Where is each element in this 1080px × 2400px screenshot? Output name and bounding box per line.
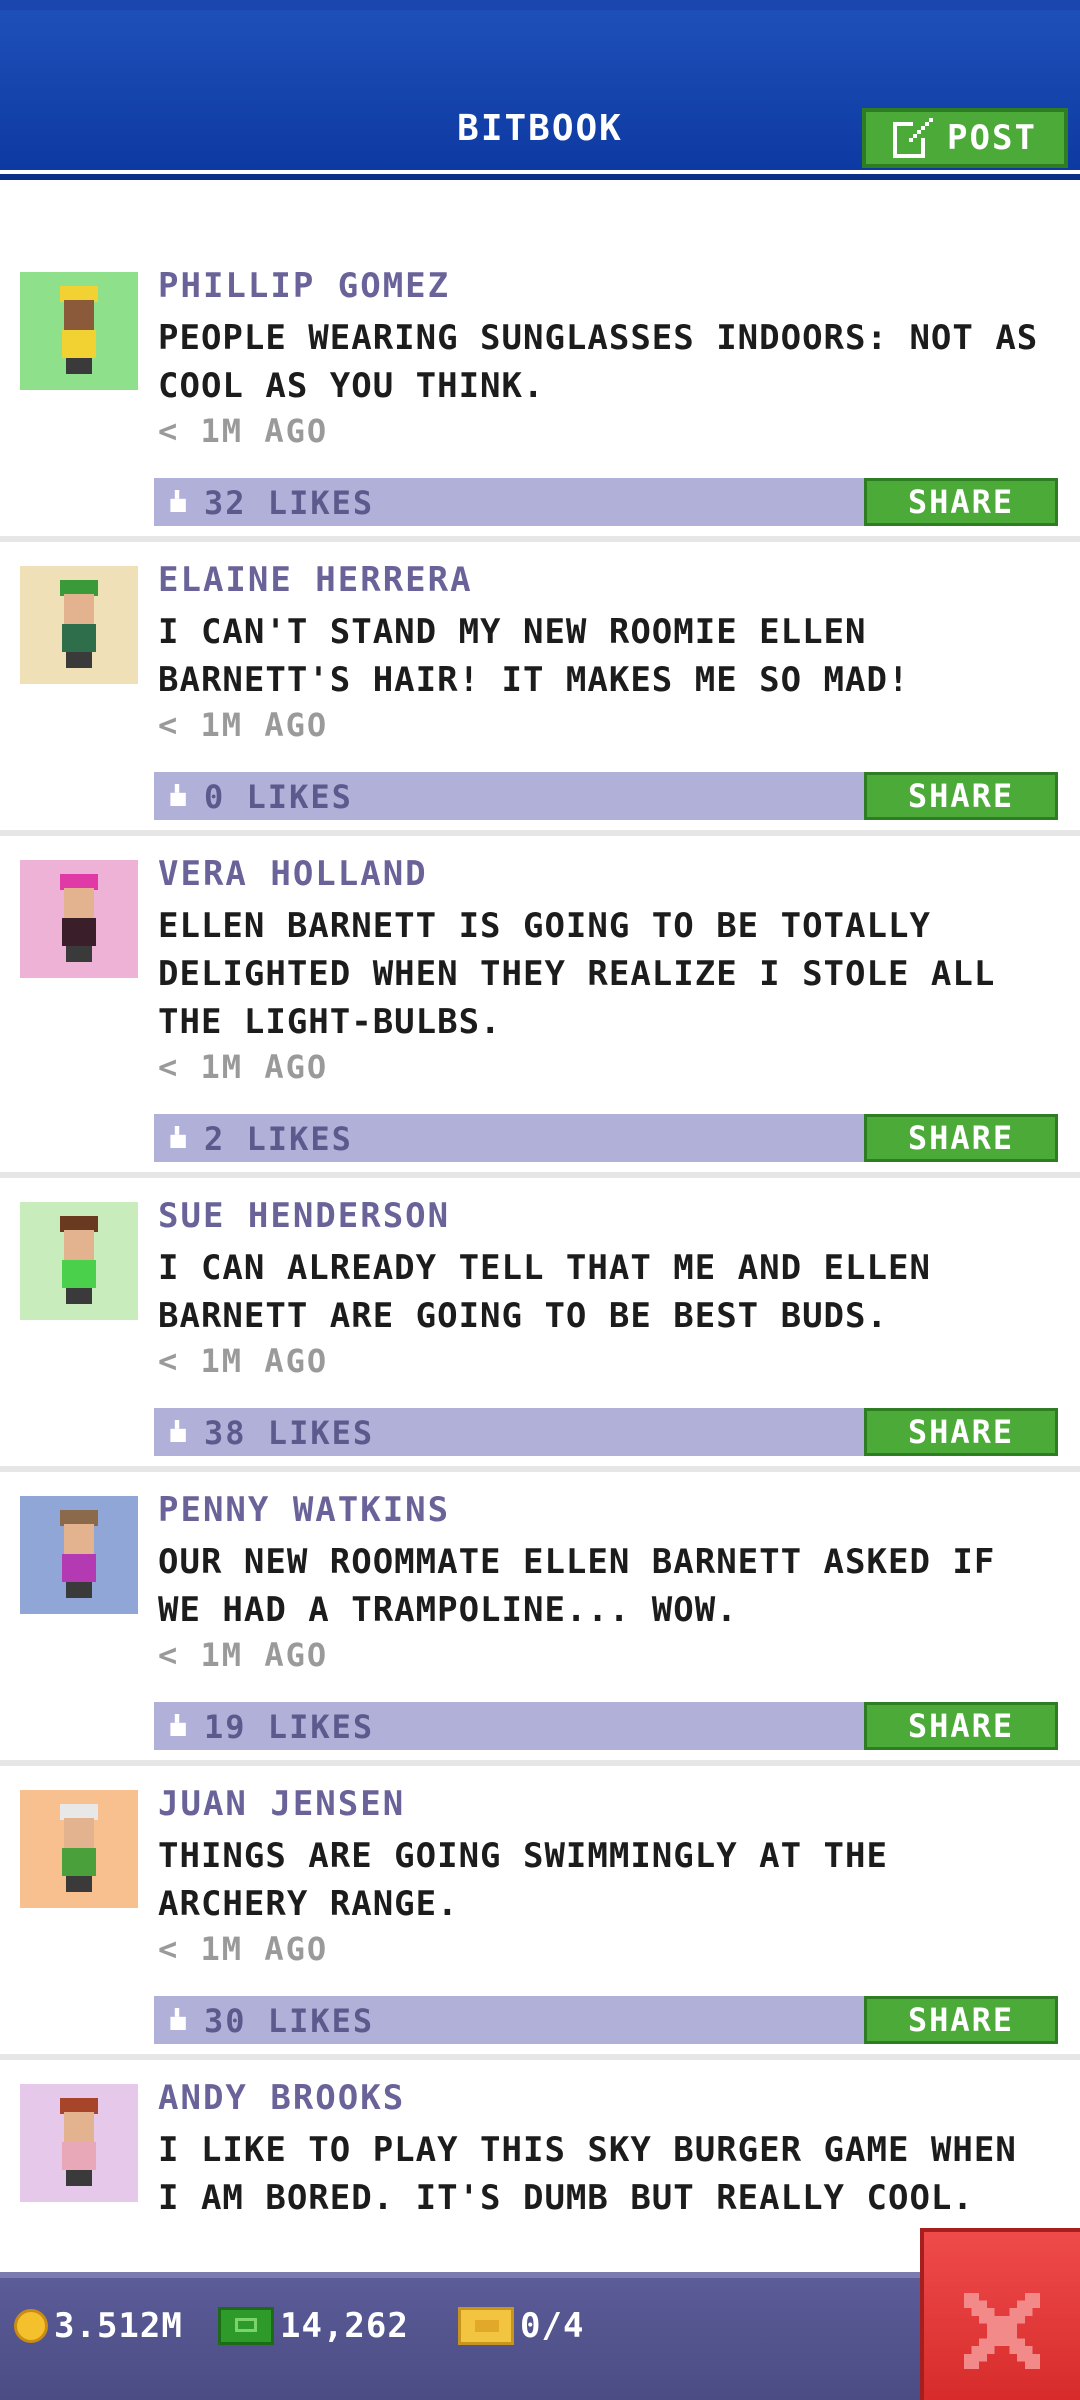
post-author[interactable]: ANDY BROOKS xyxy=(158,2078,405,2118)
share-button[interactable]: SHARE xyxy=(864,1996,1058,2044)
post-text: I CAN ALREADY TELL THAT ME AND ELLEN BAR… xyxy=(158,1248,931,1336)
post-author[interactable]: ELAINE HERRERA xyxy=(158,560,473,600)
feed-post: PENNY WATKINS OUR NEW ROOMMATE ELLEN BAR… xyxy=(0,1472,1080,1766)
edit-icon xyxy=(893,118,934,158)
post-time: < 1M AGO xyxy=(158,412,329,450)
share-button[interactable]: SHARE xyxy=(864,1408,1058,1456)
post-time: < 1M AGO xyxy=(158,706,329,744)
cash-value: 14,262 xyxy=(280,2306,409,2346)
post-button-label: POST xyxy=(947,118,1037,158)
post-text: PEOPLE WEARING SUNGLASSES INDOORS: NOT A… xyxy=(158,318,1039,406)
thumbs-up-icon xyxy=(170,784,186,806)
post-time: < 1M AGO xyxy=(158,1930,329,1968)
avatar[interactable] xyxy=(20,1496,138,1614)
likes-count: 38 LIKES xyxy=(204,1414,375,1452)
avatar[interactable] xyxy=(20,566,138,684)
likes-count: 30 LIKES xyxy=(204,2002,375,2040)
avatar[interactable] xyxy=(20,860,138,978)
likes-count: 2 LIKES xyxy=(204,1120,353,1158)
thumbs-up-icon xyxy=(170,1126,186,1148)
thumbs-up-icon xyxy=(170,1714,186,1736)
likes-bar: 0 LIKES SHARE xyxy=(154,772,1058,820)
feed-post: JUAN JENSEN THINGS ARE GOING SWIMMINGLY … xyxy=(0,1766,1080,2060)
likes-count: 19 LIKES xyxy=(204,1708,375,1746)
feed-post: SUE HENDERSON I CAN ALREADY TELL THAT ME… xyxy=(0,1178,1080,1472)
feed-list[interactable]: PHILLIP GOMEZ PEOPLE WEARING SUNGLASSES … xyxy=(0,248,1080,2320)
thumbs-up-icon xyxy=(170,490,186,512)
cash-icon xyxy=(218,2307,274,2345)
coins-stat: 3.512M xyxy=(14,2306,183,2346)
likes-bar: 30 LIKES SHARE xyxy=(154,1996,1058,2044)
post-time: < 1M AGO xyxy=(158,1636,329,1674)
share-button[interactable]: SHARE xyxy=(864,772,1058,820)
post-time: < 1M AGO xyxy=(158,1342,329,1380)
feed-post: PHILLIP GOMEZ PEOPLE WEARING SUNGLASSES … xyxy=(0,248,1080,542)
bottom-status-bar: 3.512M 14,262 0/4 xyxy=(0,2272,1080,2400)
likes-count: 0 LIKES xyxy=(204,778,353,816)
post-time: < 1M AGO xyxy=(158,1048,329,1086)
post-text: ELLEN BARNETT IS GOING TO BE TOTALLY DEL… xyxy=(158,906,996,1042)
top-bar: BITBOOK POST xyxy=(0,0,1080,180)
avatar[interactable] xyxy=(20,1202,138,1320)
likes-count: 32 LIKES xyxy=(204,484,375,522)
close-button[interactable] xyxy=(920,2228,1080,2400)
post-author[interactable]: JUAN JENSEN xyxy=(158,1784,405,1824)
feed-post: VERA HOLLAND ELLEN BARNETT IS GOING TO B… xyxy=(0,836,1080,1178)
tickets-stat: 0/4 xyxy=(458,2306,584,2346)
post-author[interactable]: VERA HOLLAND xyxy=(158,854,428,894)
coin-icon xyxy=(14,2309,48,2343)
post-author[interactable]: SUE HENDERSON xyxy=(158,1196,450,1236)
cash-stat: 14,262 xyxy=(218,2306,409,2346)
post-text: I LIKE TO PLAY THIS SKY BURGER GAME WHEN… xyxy=(158,2130,1017,2218)
likes-bar: 19 LIKES SHARE xyxy=(154,1702,1058,1750)
thumbs-up-icon xyxy=(170,1420,186,1442)
post-text: THINGS ARE GOING SWIMMINGLY AT THE ARCHE… xyxy=(158,1836,888,1924)
share-button[interactable]: SHARE xyxy=(864,1702,1058,1750)
post-author[interactable]: PENNY WATKINS xyxy=(158,1490,450,1530)
ticket-icon xyxy=(458,2307,514,2345)
thumbs-up-icon xyxy=(170,2008,186,2030)
post-author[interactable]: PHILLIP GOMEZ xyxy=(158,266,450,306)
post-button[interactable]: POST xyxy=(862,108,1068,168)
share-button[interactable]: SHARE xyxy=(864,1114,1058,1162)
tickets-value: 0/4 xyxy=(520,2306,585,2346)
avatar[interactable] xyxy=(20,2084,138,2202)
likes-bar: 38 LIKES SHARE xyxy=(154,1408,1058,1456)
avatar[interactable] xyxy=(20,1790,138,1908)
likes-bar: 2 LIKES SHARE xyxy=(154,1114,1058,1162)
close-icon xyxy=(964,2293,1040,2369)
share-button[interactable]: SHARE xyxy=(864,478,1058,526)
post-text: I CAN'T STAND MY NEW ROOMIE ELLEN BARNET… xyxy=(158,612,910,700)
feed-post: ELAINE HERRERA I CAN'T STAND MY NEW ROOM… xyxy=(0,542,1080,836)
coins-value: 3.512M xyxy=(54,2306,183,2346)
header-divider xyxy=(0,174,1080,180)
avatar[interactable] xyxy=(20,272,138,390)
likes-bar: 32 LIKES SHARE xyxy=(154,478,1058,526)
post-text: OUR NEW ROOMMATE ELLEN BARNETT ASKED IF … xyxy=(158,1542,996,1630)
